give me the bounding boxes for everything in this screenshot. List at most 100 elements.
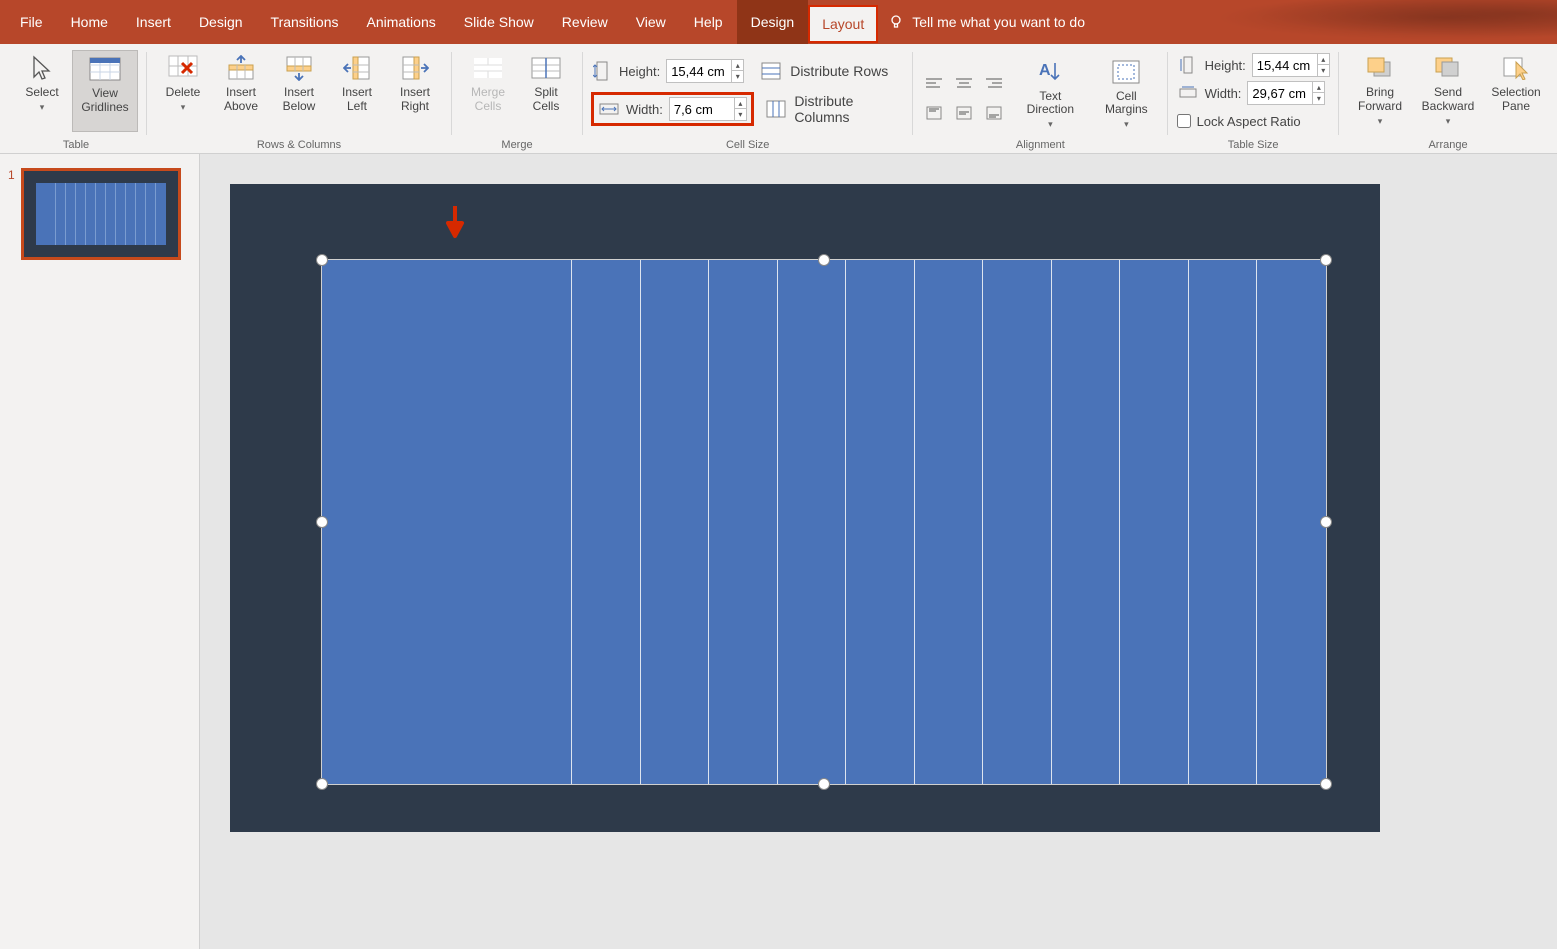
merge-cells-button[interactable]: Merge Cells xyxy=(460,50,516,132)
tab-table-layout[interactable]: Layout xyxy=(808,5,878,43)
distribute-rows-button[interactable]: Distribute Rows xyxy=(760,54,888,88)
thumbnail-table-icon xyxy=(36,183,166,245)
thumbnail-preview[interactable] xyxy=(21,168,181,260)
text-direction-button[interactable]: A Text Direction ▾ xyxy=(1017,54,1083,136)
table-cell[interactable] xyxy=(846,260,915,784)
cell-width-highlight: Width: ▴▾ xyxy=(591,92,754,126)
bring-forward-button[interactable]: Bring Forward ▾ xyxy=(1347,50,1413,132)
view-gridlines-button[interactable]: View Gridlines xyxy=(72,50,138,132)
tab-view[interactable]: View xyxy=(622,0,680,44)
cell-margins-label: Cell Margins xyxy=(1105,90,1148,118)
distribute-columns-label: Distribute Columns xyxy=(794,93,904,125)
group-cell-size-label: Cell Size xyxy=(591,139,904,153)
tab-review[interactable]: Review xyxy=(548,0,622,44)
tab-animations[interactable]: Animations xyxy=(352,0,449,44)
spin-down-icon[interactable]: ▾ xyxy=(1317,65,1329,76)
align-middle-button[interactable] xyxy=(951,101,977,125)
slide-thumbnail-1[interactable]: 1 xyxy=(8,168,191,260)
table-cell[interactable] xyxy=(1257,260,1326,784)
tab-home[interactable]: Home xyxy=(57,0,122,44)
spin-up-icon[interactable]: ▴ xyxy=(734,98,746,109)
insert-above-button[interactable]: Insert Above xyxy=(213,50,269,132)
insert-right-button[interactable]: Insert Right xyxy=(387,50,443,132)
resize-handle-bottom-right[interactable] xyxy=(1320,778,1332,790)
tab-help[interactable]: Help xyxy=(680,0,737,44)
select-button[interactable]: Select ▾ xyxy=(14,50,70,132)
selection-pane-button[interactable]: Selection Pane xyxy=(1483,50,1549,132)
spin-down-icon[interactable]: ▾ xyxy=(734,109,746,120)
tab-design[interactable]: Design xyxy=(185,0,257,44)
tab-file[interactable]: File xyxy=(6,0,57,44)
cell-width-input[interactable]: ▴▾ xyxy=(669,97,747,121)
cell-width-label: Width: xyxy=(626,102,663,117)
resize-handle-middle-left[interactable] xyxy=(316,516,328,528)
text-direction-icon: A xyxy=(1033,58,1067,86)
delete-button[interactable]: Delete ▾ xyxy=(155,50,211,132)
thumbnail-pane[interactable]: 1 xyxy=(0,154,200,949)
send-backward-label: Send Backward xyxy=(1422,86,1475,114)
slide-editor[interactable] xyxy=(200,154,1557,949)
group-alignment-label: Alignment xyxy=(921,139,1159,153)
align-right-button[interactable] xyxy=(981,71,1007,95)
spin-up-icon[interactable]: ▴ xyxy=(731,60,743,71)
tab-transitions[interactable]: Transitions xyxy=(257,0,353,44)
send-backward-button[interactable]: Send Backward ▾ xyxy=(1415,50,1481,132)
align-left-button[interactable] xyxy=(921,71,947,95)
group-rows-columns: Delete ▾ Insert Above Insert Below Inse xyxy=(147,46,451,153)
cell-margins-button[interactable]: Cell Margins ▾ xyxy=(1093,54,1159,136)
resize-handle-bottom-left[interactable] xyxy=(316,778,328,790)
table-cell[interactable] xyxy=(709,260,778,784)
table-cell[interactable] xyxy=(778,260,847,784)
row-height-icon xyxy=(591,60,613,82)
tab-insert[interactable]: Insert xyxy=(122,0,185,44)
spin-down-icon[interactable]: ▾ xyxy=(731,71,743,82)
chevron-down-icon: ▾ xyxy=(1446,116,1451,126)
distribute-columns-button[interactable]: Distribute Columns xyxy=(766,92,905,126)
table-width-icon xyxy=(1177,82,1199,104)
table-cell[interactable] xyxy=(1052,260,1121,784)
align-center-button[interactable] xyxy=(951,71,977,95)
delete-label: Delete xyxy=(166,86,201,100)
table-object[interactable] xyxy=(322,260,1326,784)
table-height-field[interactable] xyxy=(1253,54,1317,76)
align-bottom-button[interactable] xyxy=(981,101,1007,125)
spin-down-icon[interactable]: ▾ xyxy=(1312,93,1324,104)
insert-right-icon xyxy=(398,54,432,82)
cell-height-input[interactable]: ▴▾ xyxy=(666,59,744,83)
resize-handle-bottom-middle[interactable] xyxy=(818,778,830,790)
tab-slide-show[interactable]: Slide Show xyxy=(450,0,548,44)
table-height-input[interactable]: ▴▾ xyxy=(1252,53,1330,77)
resize-handle-middle-right[interactable] xyxy=(1320,516,1332,528)
resize-handle-top-middle[interactable] xyxy=(818,254,830,266)
insert-below-button[interactable]: Insert Below xyxy=(271,50,327,132)
table-cell[interactable] xyxy=(322,260,572,784)
lock-aspect-input[interactable] xyxy=(1177,114,1191,128)
slide-canvas[interactable] xyxy=(230,184,1380,832)
resize-handle-top-right[interactable] xyxy=(1320,254,1332,266)
align-top-button[interactable] xyxy=(921,101,947,125)
table-cell[interactable] xyxy=(572,260,641,784)
table-width-input[interactable]: ▴▾ xyxy=(1247,81,1325,105)
lock-aspect-checkbox[interactable]: Lock Aspect Ratio xyxy=(1177,108,1301,134)
table-cell[interactable] xyxy=(915,260,984,784)
split-cells-button[interactable]: Split Cells xyxy=(518,50,574,132)
table-width-field[interactable] xyxy=(1248,82,1312,104)
merge-cells-icon xyxy=(471,54,505,82)
resize-handle-top-left[interactable] xyxy=(316,254,328,266)
cell-height-field[interactable] xyxy=(667,60,731,82)
insert-left-button[interactable]: Insert Left xyxy=(329,50,385,132)
tab-table-design[interactable]: Design xyxy=(737,0,809,44)
tell-me-search[interactable]: Tell me what you want to do xyxy=(888,0,1085,44)
cell-width-field[interactable] xyxy=(670,98,734,120)
select-label: Select xyxy=(25,86,58,100)
table-cell[interactable] xyxy=(1120,260,1189,784)
menu-bar: File Home Insert Design Transitions Anim… xyxy=(0,0,1557,44)
table-cell[interactable] xyxy=(1189,260,1258,784)
table-grid[interactable] xyxy=(322,260,1326,784)
decorative-overlay xyxy=(1177,0,1557,44)
spin-up-icon[interactable]: ▴ xyxy=(1312,82,1324,93)
table-cell[interactable] xyxy=(641,260,710,784)
table-cell[interactable] xyxy=(983,260,1052,784)
spin-up-icon[interactable]: ▴ xyxy=(1317,54,1329,65)
cell-height-label: Height: xyxy=(619,64,660,79)
